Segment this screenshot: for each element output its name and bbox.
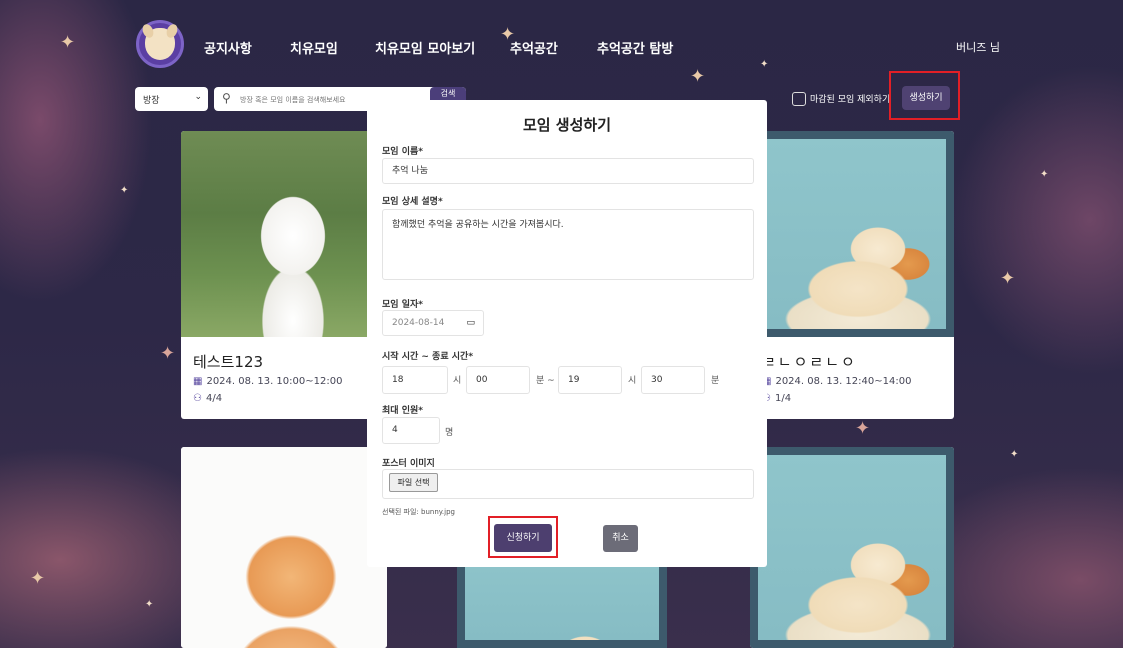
star-decoration: ✦: [855, 418, 871, 439]
star-decoration: ✦: [760, 59, 769, 70]
time-range-label: 시작 시간 ~ 종료 시간*: [382, 352, 474, 362]
end-minute-field[interactable]: 30: [641, 366, 705, 394]
star-decoration: ✦: [30, 568, 46, 589]
calendar-icon: ▭: [466, 318, 475, 328]
max-members-label: 최대 인원*: [382, 406, 423, 416]
search-icon: ⚲: [222, 91, 231, 105]
nav-notices[interactable]: 공지사항: [204, 38, 252, 57]
card-image: [750, 447, 954, 648]
meeting-card[interactable]: [750, 447, 954, 648]
logo[interactable]: [136, 20, 184, 68]
exclude-closed-label: 마감된 모임 제외하기: [810, 95, 891, 105]
meeting-description-label: 모임 상세 설명*: [382, 197, 443, 207]
nav-meetings-overview[interactable]: 치유모임 모아보기: [375, 38, 475, 57]
card-image: [750, 131, 954, 337]
highlight-box: [488, 516, 558, 558]
meeting-card[interactable]: [181, 447, 387, 648]
meeting-date-value: 2024-08-14: [392, 318, 445, 328]
start-hour-field[interactable]: 18: [382, 366, 448, 394]
unit-minute: 분: [711, 376, 720, 386]
star-decoration: ✦: [120, 185, 129, 196]
card-members: ⚇ 4/4: [193, 393, 223, 404]
unit-hour: 시: [628, 376, 637, 386]
nav-memory-space[interactable]: 추억공간: [510, 38, 558, 57]
card-image: [181, 131, 387, 337]
meeting-description-field[interactable]: 함께했던 추억을 공유하는 시간을 가져봅시다.: [382, 209, 754, 280]
chevron-down-icon: ⌄: [194, 92, 202, 102]
meeting-name-label: 모임 이름*: [382, 147, 423, 157]
card-title: ㄹㄴㅇㄹㄴㅇ: [762, 353, 857, 371]
calendar-icon: ▦: [193, 376, 203, 387]
meeting-date-field[interactable]: 2024-08-14 ▭: [382, 310, 484, 336]
selected-file-text: 선택된 파일: bunny.jpg: [382, 508, 455, 516]
unit-minute-tilde: 분 ~: [536, 376, 555, 386]
end-hour-field[interactable]: 19: [558, 366, 622, 394]
meeting-date-label: 모임 일자*: [382, 300, 423, 310]
star-decoration: ✦: [1000, 268, 1016, 289]
search-type-select[interactable]: 방장 ⌄: [135, 87, 208, 111]
meeting-card[interactable]: ㄹㄴㅇㄹㄴㅇ ▦2024. 08. 13. 12:40~14:00 ⚇1/4: [750, 131, 954, 419]
meeting-card[interactable]: 테스트123 ▦ 2024. 08. 13. 10:00~12:00 ⚇ 4/4: [181, 131, 387, 419]
highlight-box: [889, 71, 960, 120]
star-decoration: ✦: [160, 343, 176, 364]
star-decoration: ✦: [1040, 169, 1049, 180]
star-decoration: ✦: [690, 66, 706, 87]
unit-people: 명: [445, 428, 454, 438]
star-decoration: ✦: [60, 32, 76, 53]
choose-file-button[interactable]: 파일 선택: [389, 473, 438, 492]
unit-hour: 시: [453, 376, 462, 386]
exclude-closed-checkbox[interactable]: [792, 92, 806, 106]
card-datetime: ▦ 2024. 08. 13. 10:00~12:00: [193, 376, 343, 387]
user-name[interactable]: 버니즈 님: [956, 39, 1000, 55]
search-type-value: 방장: [143, 96, 160, 106]
max-members-field[interactable]: 4: [382, 417, 440, 444]
modal-title: 모임 생성하기: [522, 116, 612, 134]
card-image: [181, 447, 387, 648]
star-decoration: ✦: [145, 599, 154, 610]
nav-healing-meetings[interactable]: 치유모임: [290, 38, 338, 57]
poster-image-label: 포스터 이미지: [382, 459, 435, 469]
star-decoration: ✦: [1010, 449, 1019, 460]
card-datetime: ▦2024. 08. 13. 12:40~14:00: [762, 376, 911, 387]
card-title: 테스트123: [193, 353, 264, 371]
cancel-button[interactable]: 취소: [603, 525, 638, 552]
meeting-name-field[interactable]: 추억 나눔: [382, 158, 754, 184]
people-icon: ⚇: [193, 393, 202, 404]
start-minute-field[interactable]: 00: [466, 366, 530, 394]
nav-memory-space-explore[interactable]: 추억공간 탐방: [597, 38, 673, 57]
